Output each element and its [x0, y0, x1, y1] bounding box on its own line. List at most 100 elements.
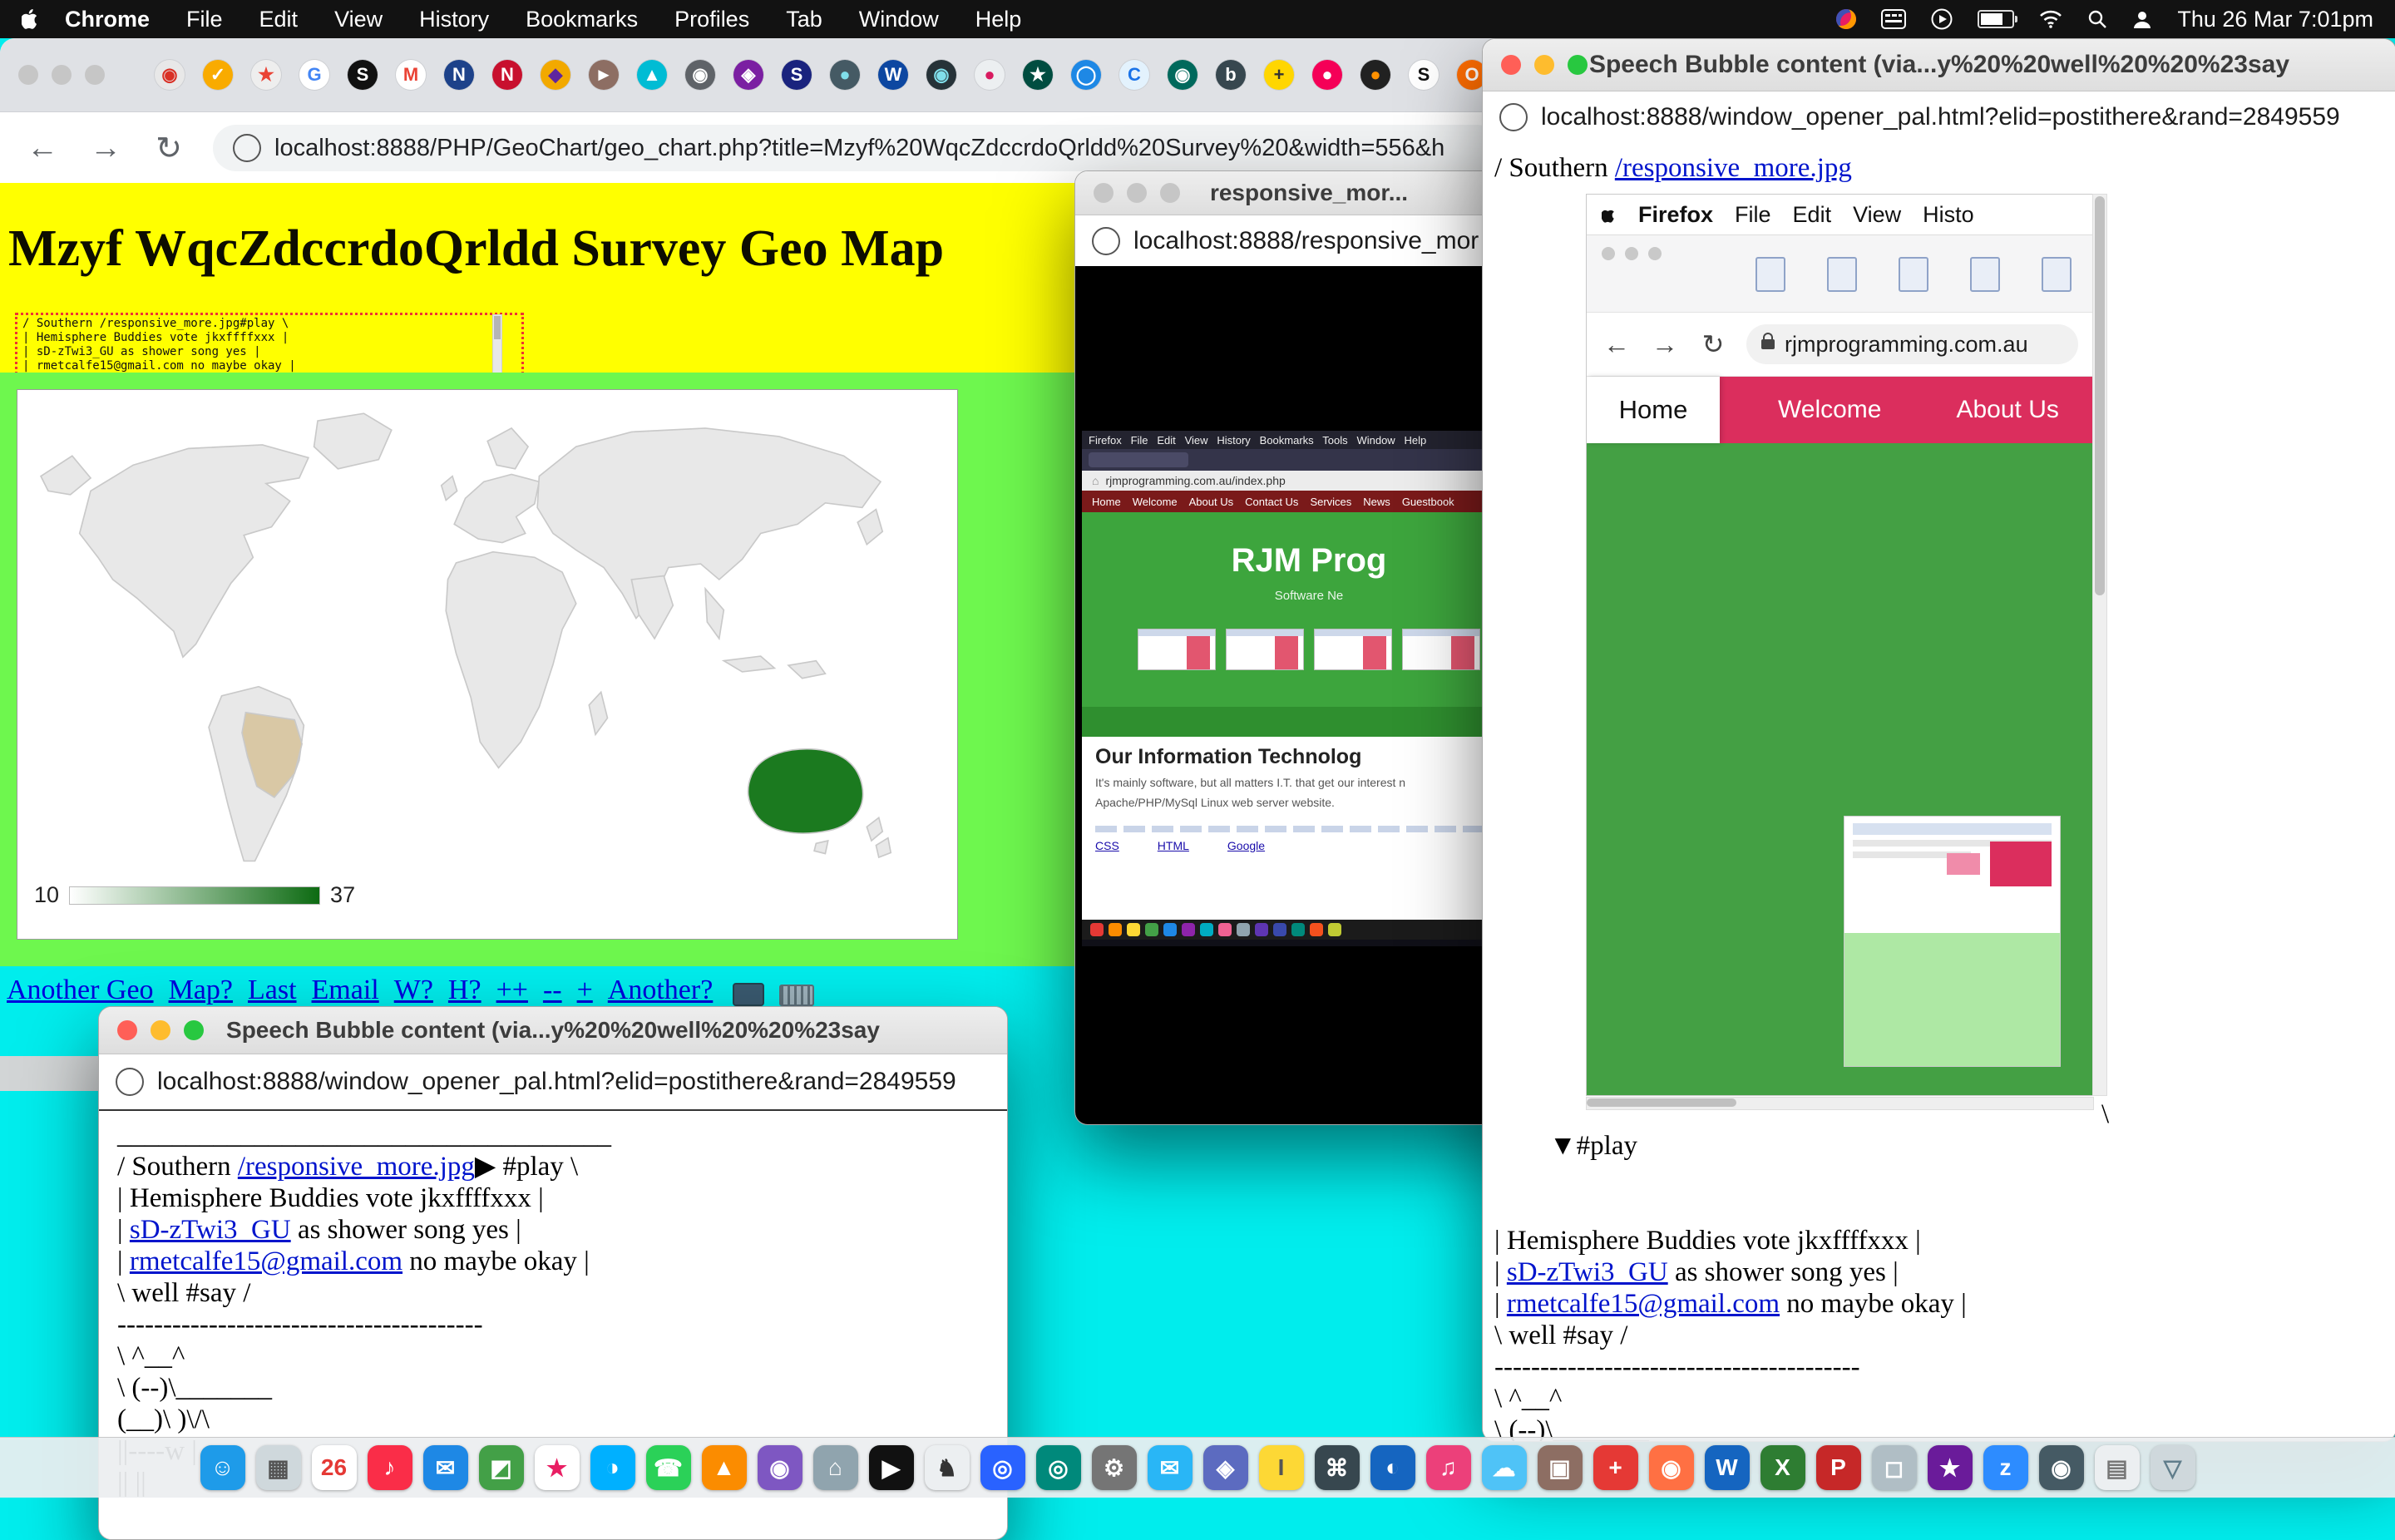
dock-icon[interactable]: ◉: [2039, 1445, 2084, 1490]
text-link[interactable]: sD-zTwi3_GU: [130, 1215, 291, 1245]
dock-icon[interactable]: ★: [535, 1445, 580, 1490]
zoom-button[interactable]: [1568, 55, 1588, 75]
dock-icon[interactable]: ◉: [758, 1445, 802, 1490]
page-link[interactable]: Map?: [169, 975, 233, 1006]
dock-icon[interactable]: ▶: [869, 1445, 914, 1490]
page-link[interactable]: ++: [496, 975, 528, 1006]
menubar-item[interactable]: Profiles: [674, 7, 749, 32]
dock-icon[interactable]: ◑: [590, 1445, 635, 1490]
pinned-tab[interactable]: ◆: [541, 60, 570, 90]
dock-icon[interactable]: ♫: [1426, 1445, 1471, 1490]
pinned-tab[interactable]: ★: [251, 60, 281, 90]
menubar-item[interactable]: Edit: [259, 7, 299, 32]
grid-icon[interactable]: [1881, 9, 1906, 29]
pinned-tab[interactable]: ◈: [733, 60, 763, 90]
dock-icon[interactable]: z: [1983, 1445, 2028, 1490]
right-titlebar[interactable]: Speech Bubble content (via...y%20%20well…: [1483, 39, 2395, 91]
address-bar[interactable]: localhost:8888/PHP/GeoChart/geo_chart.ph…: [213, 125, 1500, 171]
dock-icon[interactable]: 26: [312, 1445, 357, 1490]
url-text[interactable]: localhost:8888/window_opener_pal.html?el…: [1541, 103, 2340, 131]
pinned-tab[interactable]: ●: [1312, 60, 1342, 90]
wifi-icon[interactable]: [2039, 10, 2062, 28]
url-text[interactable]: localhost:8888/PHP/GeoChart/geo_chart.ph…: [274, 135, 1444, 162]
dock-icon[interactable]: ✉: [423, 1445, 468, 1490]
minimize-button[interactable]: [52, 65, 72, 85]
text-link[interactable]: rmetcalfe15@gmail.com: [130, 1246, 402, 1276]
dock-icon[interactable]: ◎: [1036, 1445, 1081, 1490]
pinned-tab[interactable]: ►: [589, 60, 619, 90]
pinned-tab[interactable]: ●: [1360, 60, 1390, 90]
pinned-tab[interactable]: S: [1409, 60, 1439, 90]
dock-icon[interactable]: ☺: [200, 1445, 245, 1490]
reload-button[interactable]: ↻: [150, 130, 188, 167]
pinned-tab[interactable]: C: [1119, 60, 1149, 90]
pinned-tab[interactable]: N: [444, 60, 474, 90]
dock-icon[interactable]: ▲: [702, 1445, 747, 1490]
dock-icon[interactable]: +: [1593, 1445, 1638, 1490]
page-link[interactable]: W?: [394, 975, 433, 1006]
dock-icon[interactable]: ◩: [479, 1445, 524, 1490]
play-toggle[interactable]: ▼#play: [1549, 1131, 1637, 1161]
forward-button[interactable]: →: [86, 131, 125, 166]
zoom-button[interactable]: [1160, 183, 1180, 203]
dock-icon[interactable]: ◐: [1370, 1445, 1415, 1490]
close-button[interactable]: [18, 65, 38, 85]
minimize-button[interactable]: [1127, 183, 1147, 203]
bottom-url-row[interactable]: localhost:8888/window_opener_pal.html?el…: [99, 1054, 1007, 1111]
apple-menu-icon[interactable]: [22, 8, 40, 30]
text-link[interactable]: rmetcalfe15@gmail.com: [1507, 1289, 1780, 1319]
site-info-icon[interactable]: [233, 134, 261, 162]
dock-icon[interactable]: ◉: [1649, 1445, 1694, 1490]
pinned-tab[interactable]: W: [878, 60, 908, 90]
search-icon[interactable]: [2087, 9, 2107, 29]
menubar-clock[interactable]: Thu 26 Mar 7:01pm: [2177, 7, 2373, 32]
dock-icon[interactable]: ▽: [2151, 1445, 2195, 1490]
dock-icon[interactable]: ⌂: [813, 1445, 858, 1490]
menubar-item[interactable]: Help: [975, 7, 1022, 32]
textarea-scrollbar[interactable]: [492, 314, 502, 376]
minimize-button[interactable]: [1534, 55, 1554, 75]
page-link[interactable]: Last: [248, 975, 297, 1006]
menubar-item[interactable]: Tab: [786, 7, 822, 32]
dock-icon[interactable]: I: [1259, 1445, 1304, 1490]
site-info-icon[interactable]: [1499, 103, 1528, 131]
right-url-row[interactable]: localhost:8888/window_opener_pal.html?el…: [1483, 91, 2395, 145]
menubar-item[interactable]: Window: [859, 7, 939, 32]
play-circle-icon[interactable]: [1931, 8, 1953, 30]
dock-icon[interactable]: P: [1816, 1445, 1861, 1490]
dock-icon[interactable]: ✉: [1148, 1445, 1193, 1490]
pinned-tab[interactable]: S: [348, 60, 378, 90]
url-text[interactable]: localhost:8888/window_opener_pal.html?el…: [157, 1068, 956, 1096]
menubar-item[interactable]: History: [419, 7, 489, 32]
dock-icon[interactable]: ☎: [646, 1445, 691, 1490]
pinned-tab[interactable]: b: [1216, 60, 1246, 90]
site-info-icon[interactable]: [116, 1068, 144, 1096]
page-link[interactable]: Email: [312, 975, 379, 1006]
middle-url-row[interactable]: localhost:8888/responsive_mor: [1075, 215, 1543, 268]
dock-icon[interactable]: ⚙: [1092, 1445, 1137, 1490]
pinned-tab[interactable]: N: [492, 60, 522, 90]
dock-icon[interactable]: ⌘: [1315, 1445, 1360, 1490]
middle-titlebar[interactable]: responsive_mor...: [1075, 171, 1543, 215]
pinned-tab[interactable]: +: [1264, 60, 1294, 90]
pinned-tab[interactable]: M: [396, 60, 426, 90]
page-link[interactable]: +: [577, 975, 593, 1006]
pinned-tab[interactable]: ●: [975, 60, 1005, 90]
bottom-titlebar[interactable]: Speech Bubble content (via...y%20%20well…: [99, 1007, 1007, 1054]
dock-icon[interactable]: ♪: [368, 1445, 412, 1490]
window-controls[interactable]: [18, 65, 105, 85]
pinned-tab[interactable]: ★: [1023, 60, 1053, 90]
site-info-icon[interactable]: [1092, 227, 1120, 255]
menubar-item[interactable]: File: [186, 7, 223, 32]
menubar-item[interactable]: View: [334, 7, 383, 32]
pinned-tab[interactable]: ✓: [203, 60, 233, 90]
pinned-tab[interactable]: ▲: [637, 60, 667, 90]
page-link[interactable]: Another Geo: [7, 975, 154, 1006]
tv-icon[interactable]: [733, 983, 764, 1006]
pinned-tab[interactable]: G: [299, 60, 329, 90]
dock-icon[interactable]: ◎: [980, 1445, 1025, 1490]
dock-icon[interactable]: ▣: [1538, 1445, 1583, 1490]
pinned-tab[interactable]: ◉: [926, 60, 956, 90]
menubar-app-name[interactable]: Chrome: [65, 7, 150, 32]
dock-icon[interactable]: ◻: [1872, 1445, 1917, 1490]
